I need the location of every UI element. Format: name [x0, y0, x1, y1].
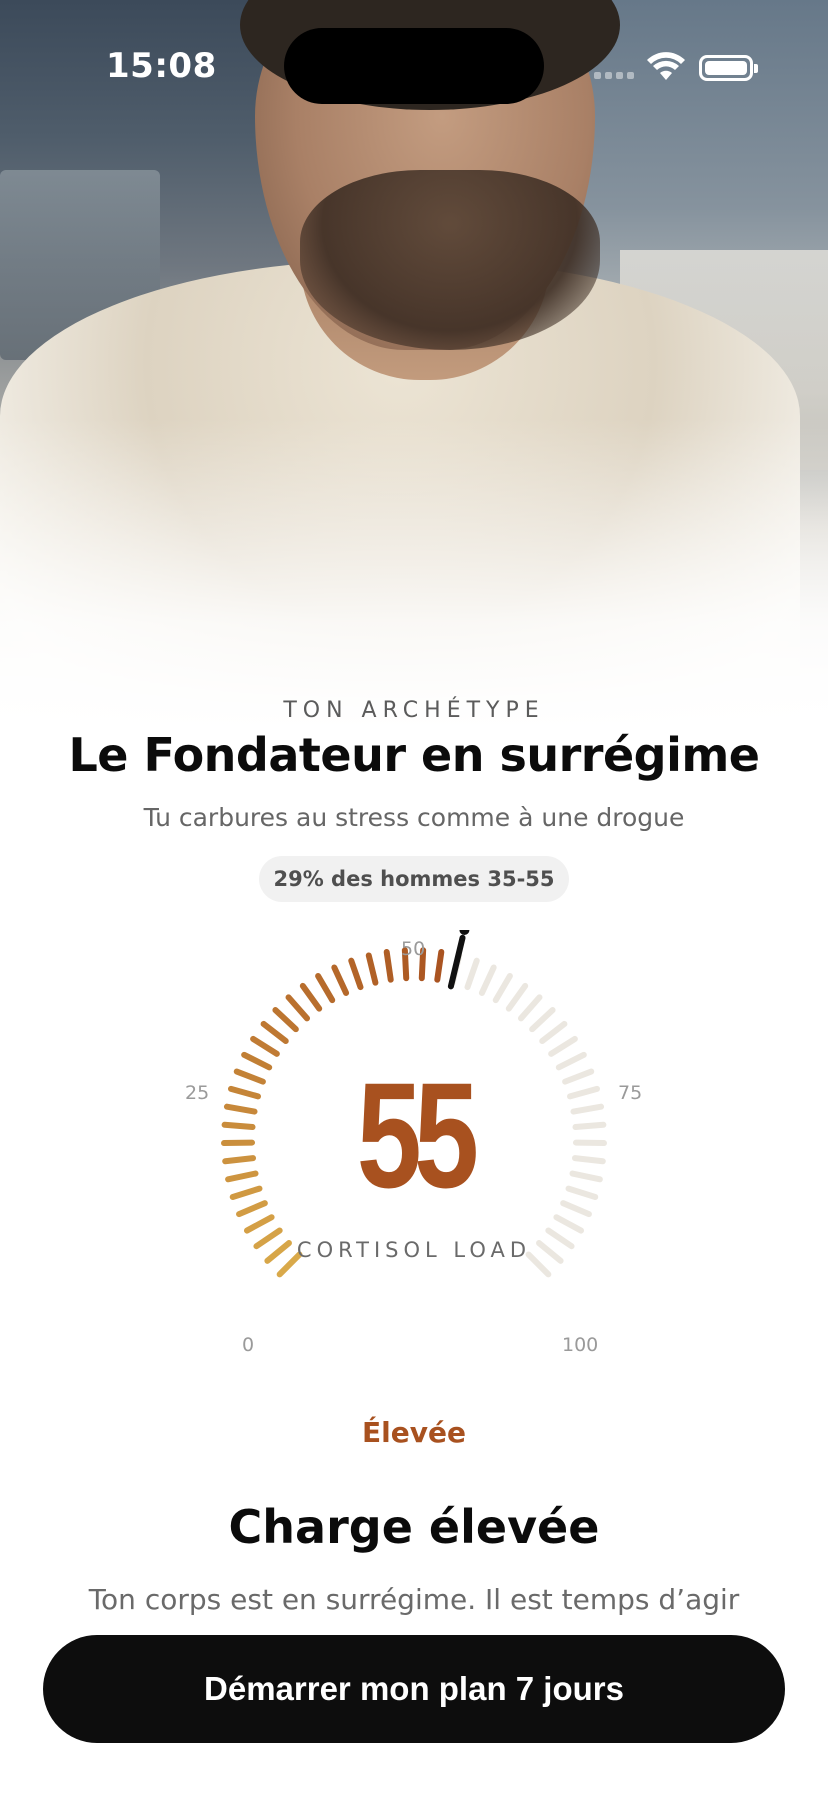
archetype-subtitle: Tu carbures au stress comme à une drogue — [143, 803, 685, 832]
archetype-title: Le Fondateur en surrégime — [68, 728, 760, 782]
gauge-tick — [492, 972, 513, 1004]
cortisol-score: 55 — [356, 1051, 479, 1219]
gauge-tick — [315, 972, 336, 1004]
gauge-tick — [548, 1035, 578, 1057]
gauge-tick — [299, 982, 323, 1012]
gauge-needle — [447, 934, 466, 990]
gauge-tick — [517, 994, 543, 1022]
gauge-tick — [285, 994, 311, 1022]
gauge-needle-tip — [459, 930, 470, 935]
gauge-tick — [250, 1035, 280, 1057]
battery-icon — [699, 55, 758, 81]
gauge-label-mid: 50 — [401, 938, 426, 960]
gauge-tick — [348, 957, 364, 991]
level-description: Ton corps est en surrégime. Il est temps… — [88, 1583, 740, 1616]
status-bar: 15:08 — [0, 0, 828, 130]
signal-icon — [594, 72, 634, 79]
gauge-tick — [260, 1020, 289, 1045]
gauge-tick — [434, 948, 445, 983]
gauge-tick — [529, 1007, 556, 1033]
cortisol-caption: CORTISOL LOAD — [296, 1238, 532, 1262]
gauge-tick — [243, 1214, 275, 1234]
status-time: 15:08 — [106, 46, 217, 86]
gauge-tick — [464, 957, 480, 991]
gauge-label-min: 0 — [242, 1334, 255, 1356]
gauge-tick — [553, 1214, 585, 1234]
gauge-tick — [331, 964, 350, 996]
gauge-tick — [365, 952, 379, 986]
gauge-tick — [272, 1007, 299, 1033]
level-title: Charge élevée — [228, 1500, 600, 1554]
gauge-label-max: 100 — [562, 1334, 599, 1356]
start-plan-button[interactable]: Démarrer mon plan 7 jours — [43, 1635, 785, 1743]
gauge-tick — [478, 964, 497, 996]
wifi-icon — [647, 52, 685, 80]
gauge-tick — [383, 948, 394, 983]
stat-pill: 29% des hommes 35-55 — [259, 856, 569, 902]
dynamic-island — [284, 28, 544, 104]
archetype-eyebrow: TON ARCHÉTYPE — [283, 698, 545, 723]
cta-container: Démarrer mon plan 7 jours — [0, 1620, 828, 1800]
gauge-tick — [539, 1020, 568, 1045]
level-label: Élevée — [362, 1416, 466, 1449]
gauge-tick — [505, 982, 529, 1012]
